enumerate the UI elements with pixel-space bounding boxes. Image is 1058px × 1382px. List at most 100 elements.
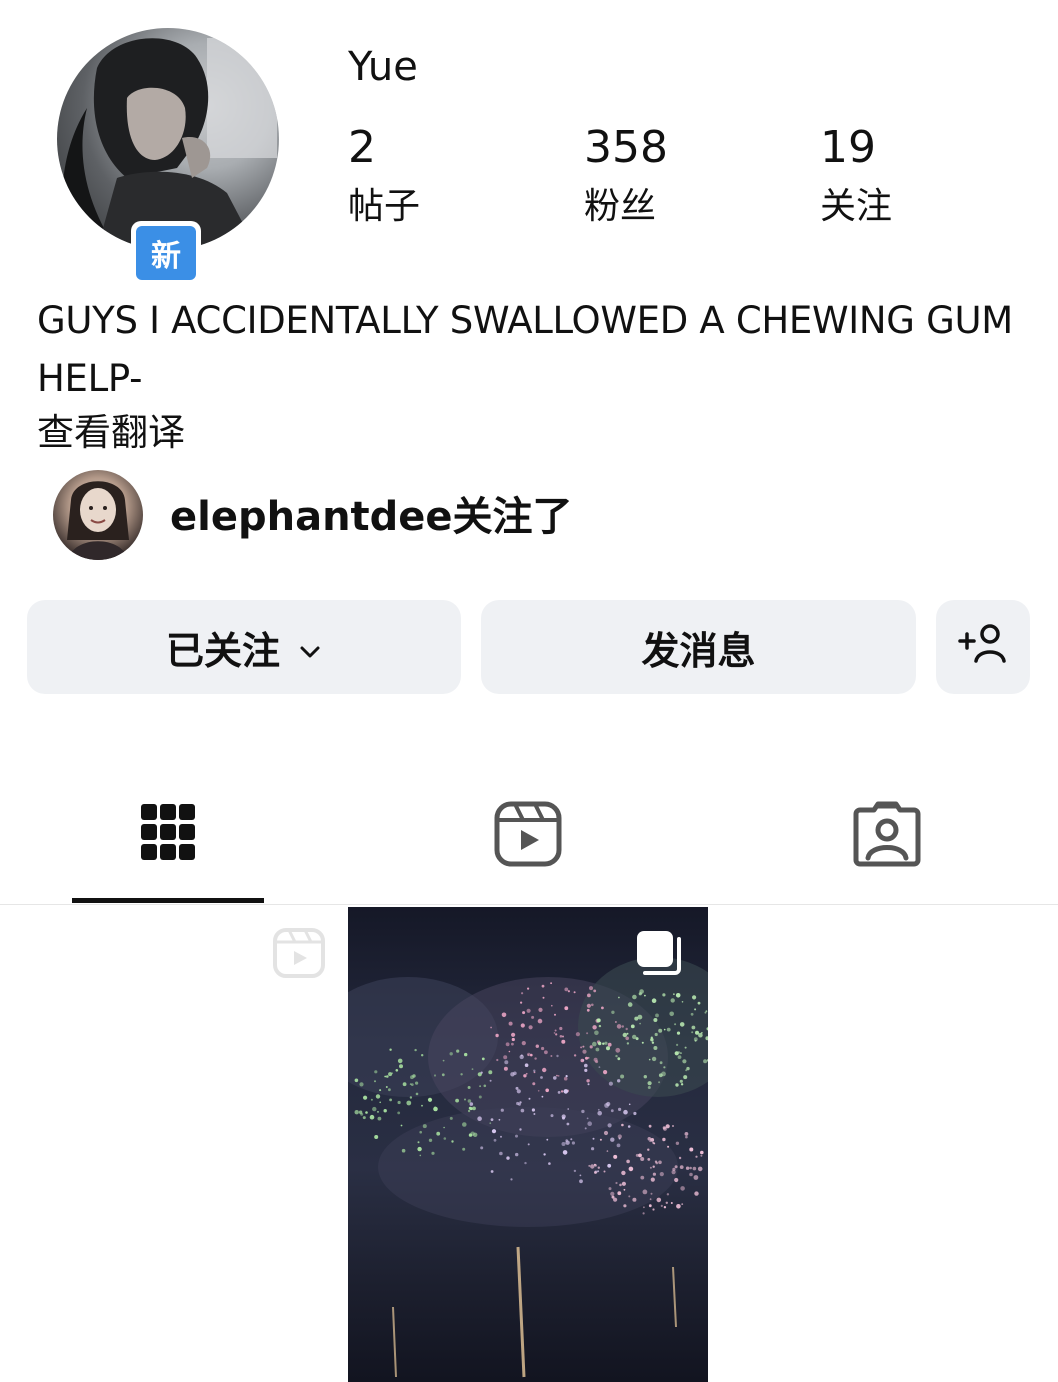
firework-spark — [665, 1124, 670, 1129]
add-person-icon — [956, 621, 1010, 674]
post-thumbnail-fireworks[interactable] — [348, 907, 708, 1382]
firework-spark — [481, 1057, 485, 1061]
profile-avatar[interactable] — [57, 28, 279, 250]
firework-spark — [579, 1174, 582, 1177]
firework-spark — [628, 1103, 631, 1106]
firework-spark — [550, 1055, 553, 1057]
firework-spark — [675, 993, 681, 998]
firework-spark — [395, 1069, 399, 1072]
firework-spark — [548, 1162, 551, 1165]
firework-spark — [533, 1069, 536, 1072]
firework-spark — [409, 1096, 413, 1099]
firework-spark — [582, 1049, 587, 1054]
firework-spark — [455, 1098, 459, 1103]
firework-spark — [567, 990, 570, 993]
firework-spark — [526, 1008, 531, 1013]
grid-icon[interactable] — [133, 800, 203, 870]
mutual-follower-avatar[interactable] — [53, 470, 143, 560]
firework-spark — [598, 1024, 602, 1028]
firework-spark — [561, 1114, 566, 1119]
firework-spark — [533, 1113, 536, 1115]
firework-spark — [597, 1170, 600, 1173]
firework-spark — [504, 1060, 509, 1065]
firework-spark — [573, 1169, 577, 1173]
firework-spark — [515, 1152, 519, 1157]
firework-spark — [561, 1039, 566, 1044]
post-thumbnail-empty[interactable] — [710, 905, 1058, 1382]
firework-spark — [551, 1004, 553, 1007]
firework-spark — [375, 1094, 381, 1099]
firework-spark — [685, 1069, 688, 1072]
stat-followers-label: 粉丝 — [584, 186, 657, 227]
stat-followers[interactable]: 358 粉丝 — [584, 120, 668, 232]
firework-spark — [550, 982, 552, 985]
firework-spark — [660, 1204, 663, 1207]
firework-spark — [417, 1141, 420, 1144]
post-thumbnail-reel[interactable] — [0, 905, 346, 1382]
firework-spark — [594, 1164, 597, 1167]
firework-spark — [648, 1124, 652, 1128]
firework-spark — [374, 1135, 379, 1139]
firework-spark — [653, 1046, 658, 1050]
stat-posts[interactable]: 2 帖子 — [348, 120, 420, 232]
firework-spark — [694, 1008, 697, 1011]
firework-spark — [674, 1051, 679, 1056]
message-button[interactable]: 发消息 — [481, 600, 916, 694]
firework-spark — [508, 1021, 513, 1026]
firework-spark — [608, 1187, 612, 1191]
firework-spark — [388, 1072, 393, 1077]
firework-spark — [406, 1100, 412, 1106]
firework-spark — [589, 1045, 593, 1049]
firework-spark — [588, 1164, 591, 1167]
firework-spark — [362, 1116, 366, 1120]
firework-spark — [542, 996, 545, 999]
firework-spark — [621, 1025, 624, 1028]
firework-spark — [652, 1165, 655, 1168]
firework-spark — [496, 1058, 499, 1062]
firework-spark — [690, 1012, 694, 1016]
firework-spark — [647, 1158, 651, 1161]
firework-spark — [649, 1198, 652, 1201]
following-button[interactable]: 已关注 — [27, 600, 461, 694]
stat-following[interactable]: 19 关注 — [820, 120, 892, 232]
firework-spark — [397, 1058, 403, 1064]
firework-spark — [521, 1041, 526, 1046]
firework-spark — [591, 1147, 595, 1151]
firework-spark — [573, 1054, 577, 1057]
firework-spark — [524, 1161, 527, 1165]
firework-spark — [663, 1066, 666, 1069]
firework-spark — [555, 1033, 558, 1036]
firework-spark — [658, 1081, 661, 1084]
firework-spark — [427, 1097, 433, 1102]
firework-spark — [692, 995, 697, 1000]
firework-spark — [587, 993, 591, 998]
mutual-followers-text[interactable]: elephantdee关注了 — [170, 492, 573, 542]
firework-spark — [365, 1111, 368, 1114]
firework-spark — [654, 1160, 658, 1163]
firework-spark — [693, 1175, 699, 1180]
reel-icon — [272, 927, 326, 985]
firework-spark — [570, 1138, 573, 1141]
tagged-icon[interactable] — [852, 800, 922, 870]
username: Yue — [348, 44, 418, 90]
reels-icon[interactable] — [493, 800, 563, 870]
firework-spark — [700, 1154, 703, 1157]
firework-spark — [360, 1112, 364, 1116]
firework-spark — [443, 1126, 445, 1129]
add-person-button[interactable] — [936, 600, 1030, 694]
firework-spark — [369, 1114, 375, 1120]
firework-spark — [662, 1126, 666, 1130]
firework-spark — [597, 1166, 600, 1169]
firework-spark — [354, 1078, 359, 1083]
firework-spark — [615, 1054, 618, 1058]
firework-spark — [650, 1036, 653, 1039]
firework-spark — [370, 1098, 373, 1101]
firework-spark — [528, 1097, 531, 1100]
see-translation-link[interactable]: 查看翻译 — [37, 406, 185, 460]
firework-spark — [603, 1130, 609, 1136]
firework-spark — [379, 1089, 382, 1092]
firework-spark — [610, 1137, 615, 1142]
firework-spark — [520, 1108, 525, 1113]
firework-spark — [603, 1070, 608, 1075]
firework-spark — [584, 1127, 587, 1130]
